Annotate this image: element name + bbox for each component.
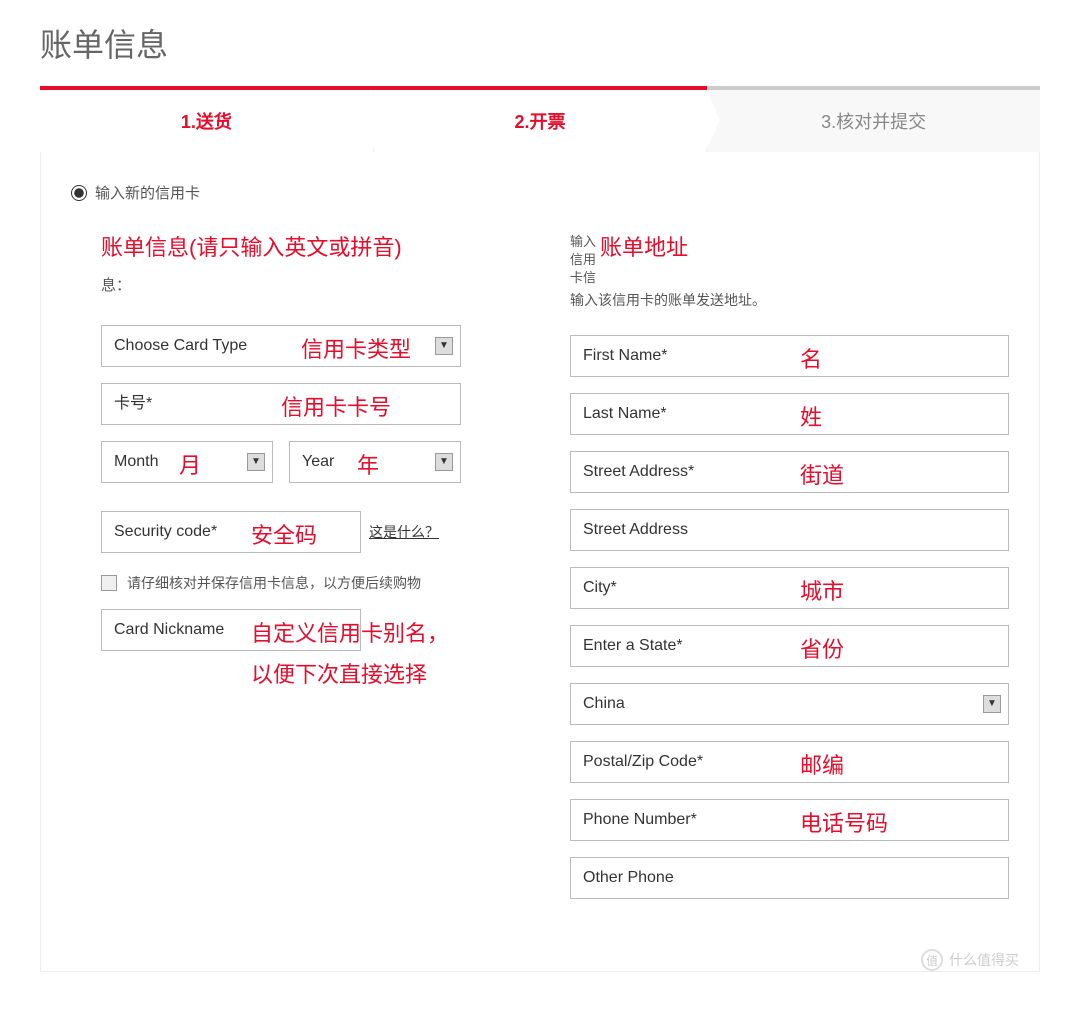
billing-address-column: 输入 信用 卡信 账单地址 输入该信用卡的账单发送地址。 名 姓 bbox=[570, 233, 1009, 915]
page-title: 账单信息 bbox=[40, 20, 1040, 66]
country-field: China ▼ bbox=[570, 683, 1009, 725]
security-code-input[interactable] bbox=[101, 511, 361, 553]
card-number-field: 信用卡卡号 bbox=[101, 383, 461, 425]
first-name-input[interactable] bbox=[570, 335, 1009, 377]
card-type-select[interactable]: Choose Card Type bbox=[101, 325, 461, 367]
card-nickname-input[interactable] bbox=[101, 609, 361, 651]
watermark: 值 什么值得买 bbox=[921, 949, 1019, 971]
new-card-radio-label: 输入新的信用卡 bbox=[95, 182, 200, 203]
exp-year-select[interactable]: Year bbox=[289, 441, 461, 483]
xi-label: 息： bbox=[101, 274, 540, 295]
billing-form: 输入新的信用卡 账单信息(请只输入英文或拼音) 息： Choose Card T… bbox=[40, 152, 1040, 972]
first-name-field: 名 bbox=[570, 335, 1009, 377]
save-card-label: 请仔细核对并保存信用卡信息，以方便后续购物 bbox=[127, 573, 421, 593]
watermark-text: 什么值得买 bbox=[949, 950, 1019, 970]
checkout-steps: 1.送货 2.开票 3.核对并提交 bbox=[40, 86, 1040, 152]
other-phone-field bbox=[570, 857, 1009, 899]
street2-field bbox=[570, 509, 1009, 551]
last-name-input[interactable] bbox=[570, 393, 1009, 435]
step-review[interactable]: 3.核对并提交 bbox=[707, 90, 1040, 152]
state-field: 省份 bbox=[570, 625, 1009, 667]
what-is-this-link[interactable]: 这是什么？ bbox=[369, 522, 439, 542]
billing-address-subtext: 输入该信用卡的账单发送地址。 bbox=[570, 290, 1009, 310]
card-nickname-field: 自定义信用卡别名， 以便下次直接选择 bbox=[101, 609, 521, 651]
save-card-checkbox[interactable] bbox=[101, 575, 117, 591]
watermark-icon: 值 bbox=[921, 949, 943, 971]
annotation-nickname-2: 以便下次直接选择 bbox=[251, 657, 427, 689]
state-input[interactable] bbox=[570, 625, 1009, 667]
street1-field: 街道 bbox=[570, 451, 1009, 493]
card-type-field: Choose Card Type ▼ 信用卡类型 bbox=[101, 325, 461, 367]
street1-input[interactable] bbox=[570, 451, 1009, 493]
security-code-field: 安全码 bbox=[101, 511, 361, 553]
street2-input[interactable] bbox=[570, 509, 1009, 551]
new-card-radio-row[interactable]: 输入新的信用卡 bbox=[71, 182, 1009, 203]
city-field: 城市 bbox=[570, 567, 1009, 609]
card-info-column: 账单信息(请只输入英文或拼音) 息： Choose Card Type ▼ 信用… bbox=[101, 233, 540, 915]
phone-field: 电话号码 bbox=[570, 799, 1009, 841]
new-card-radio[interactable] bbox=[71, 185, 87, 201]
last-name-field: 姓 bbox=[570, 393, 1009, 435]
city-input[interactable] bbox=[570, 567, 1009, 609]
postal-input[interactable] bbox=[570, 741, 1009, 783]
exp-month-select[interactable]: Month bbox=[101, 441, 273, 483]
card-number-input[interactable] bbox=[101, 383, 461, 425]
country-select[interactable]: China bbox=[570, 683, 1009, 725]
phone-input[interactable] bbox=[570, 799, 1009, 841]
step-billing[interactable]: 2.开票 bbox=[374, 90, 708, 152]
save-card-checkbox-row[interactable]: 请仔细核对并保存信用卡信息，以方便后续购物 bbox=[101, 573, 521, 593]
pre-labels: 输入 信用 卡信 bbox=[570, 233, 596, 288]
card-info-heading: 账单信息(请只输入英文或拼音) bbox=[101, 233, 540, 264]
exp-month-field: Month ▼ 月 bbox=[101, 441, 273, 483]
other-phone-input[interactable] bbox=[570, 857, 1009, 899]
postal-field: 邮编 bbox=[570, 741, 1009, 783]
billing-address-heading: 账单地址 bbox=[600, 233, 1009, 264]
exp-year-field: Year ▼ 年 bbox=[289, 441, 461, 483]
step-shipping[interactable]: 1.送货 bbox=[40, 90, 374, 152]
